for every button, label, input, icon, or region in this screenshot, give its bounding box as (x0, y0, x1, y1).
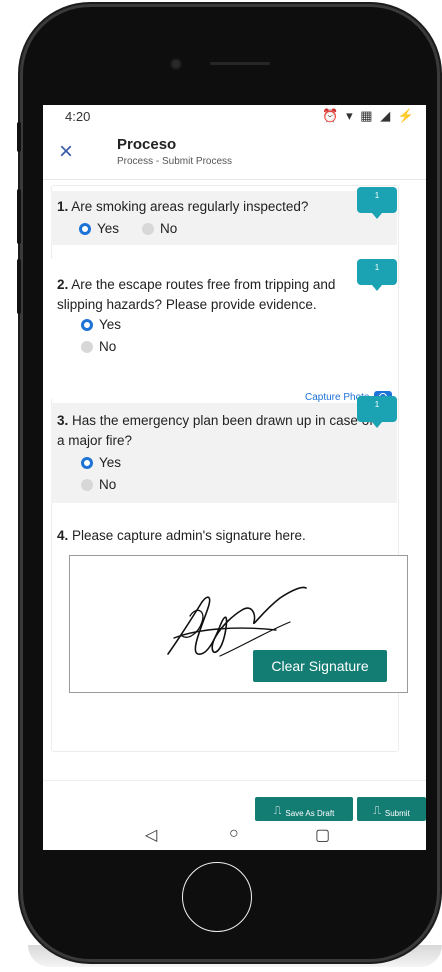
save-draft-button[interactable]: ⎍ Save As Draft (255, 797, 353, 821)
home-icon[interactable]: ○ (229, 825, 239, 843)
comment-badge-q2[interactable]: 1 (357, 259, 397, 291)
radio-unselected-icon (142, 222, 154, 235)
bottom-bar: ⎍ Save As Draft ⎍ Submit ◁ ○ ▢ (43, 780, 426, 850)
phone-screen: 4:20 ⏰ ▾ ▦ ◢ ⚡ × Proceso Process - Submi… (43, 105, 426, 850)
radio-unselected-icon (81, 340, 93, 353)
question-3-text: 3. Has the emergency plan been drawn up … (57, 413, 373, 448)
page-title: Proceso (117, 136, 177, 153)
submit-button[interactable]: ⎍ Submit (357, 797, 426, 821)
mute-switch (17, 122, 21, 152)
radio-selected-icon (81, 318, 93, 331)
question-1: 1. Are smoking areas regularly inspected… (51, 191, 397, 245)
status-icons: ⏰ ▾ ▦ ◢ ⚡ (322, 108, 416, 123)
radio-selected-icon (81, 456, 93, 469)
question-1-option-yes[interactable]: Yes (79, 221, 119, 236)
close-icon[interactable]: × (59, 139, 73, 165)
status-bar: 4:20 ⏰ ▾ ▦ ◢ ⚡ (43, 105, 426, 129)
radio-selected-icon (79, 222, 91, 235)
page-subtitle: Process - Submit Process (117, 156, 233, 167)
question-2: 2. Are the escape routes free from tripp… (51, 259, 397, 399)
question-2-option-yes[interactable]: Yes (81, 317, 121, 332)
recents-icon[interactable]: ▢ (315, 825, 330, 845)
status-time: 4:20 (65, 109, 91, 124)
question-3: 3. Has the emergency plan been drawn up … (51, 403, 397, 503)
volume-up-button (17, 189, 21, 244)
phone-home-button[interactable] (182, 862, 252, 932)
earpiece-speaker (210, 62, 270, 65)
question-3-option-no[interactable]: No (81, 477, 116, 492)
comment-badge-q1[interactable]: 1 (357, 187, 397, 219)
front-camera (172, 60, 180, 68)
question-2-option-no[interactable]: No (81, 339, 116, 354)
question-3-option-yes[interactable]: Yes (81, 455, 121, 470)
volume-down-button (17, 259, 21, 314)
back-icon[interactable]: ◁ (145, 825, 157, 845)
draft-icon: ⎍ (273, 805, 282, 817)
question-4-text: 4. Please capture admin's signature here… (57, 528, 306, 543)
question-2-text: 2. Are the escape routes free from tripp… (57, 277, 336, 312)
comment-badge-q3[interactable]: 1 (357, 396, 397, 428)
radio-unselected-icon (81, 478, 93, 491)
question-1-option-no[interactable]: No (142, 221, 177, 236)
clear-signature-button[interactable]: Clear Signature (253, 650, 387, 682)
submit-icon: ⎍ (373, 805, 381, 817)
app-bar: × Proceso Process - Submit Process (43, 129, 426, 180)
question-1-text: 1. Are smoking areas regularly inspected… (57, 199, 309, 214)
